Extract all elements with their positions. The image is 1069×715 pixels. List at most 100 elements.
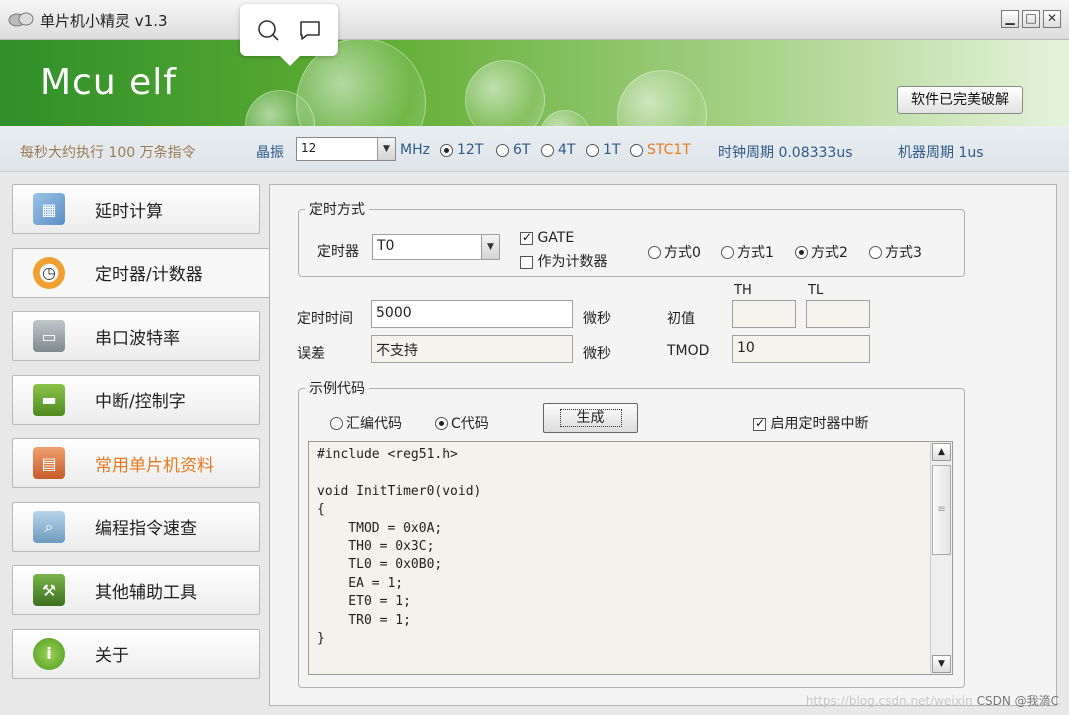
sidebar-item-instructions[interactable]: ⌕ 编程指令速查 [12,501,260,552]
checkbox-icon[interactable] [520,230,533,245]
tl-field [806,300,870,328]
radio-icon[interactable] [795,245,808,259]
radio-label: 方式0 [664,245,701,261]
radio-icon[interactable] [869,245,882,259]
radio-label: 方式1 [737,245,774,261]
radio-label: 6T [513,142,531,158]
radio-mode1[interactable]: 方式1 [721,242,774,262]
sidebar-item-label: 中断/控制字 [95,392,186,412]
chevron-down-icon[interactable]: ▼ [377,138,395,160]
book-icon: ▤ [33,447,65,479]
sidebar-item-delay[interactable]: ▦ 延时计算 [12,184,260,234]
time-unit: 微秒 [583,311,611,327]
radio-mode0[interactable]: 方式0 [648,242,701,262]
mhz-label: MHz [400,142,430,158]
sidebar-item-tools[interactable]: ⚒ 其他辅助工具 [12,565,260,615]
search-icon[interactable] [256,18,280,42]
minimize-button[interactable]: ▁ [1001,10,1019,28]
app-icon [8,12,34,27]
info-bar: 每秒大约执行 100 万条指令 晶振 12 ▼ MHz 12T 6T 4T 1T… [0,126,1069,172]
crystal-value: 12 [301,141,317,155]
radio-icon[interactable] [435,416,448,430]
radio-6t[interactable]: 6T [496,142,530,158]
radio-4t[interactable]: 4T [541,142,575,158]
tmod-label: TMOD [667,343,710,359]
info-icon: i [33,637,65,670]
checkbox-icon[interactable] [520,255,533,269]
radio-asm[interactable]: 汇编代码 [330,413,402,433]
title-bar: 单片机小精灵 v1.3 ▁ □ ✕ [0,0,1069,40]
generate-button[interactable]: 生成 [543,403,638,433]
watermark: https://blog.csdn.net/weixin CSDN @我滴C [806,692,1059,709]
timer-value: T0 [377,238,395,254]
code-editor[interactable]: #include <reg51.h> void InitTimer0(void)… [308,441,953,675]
exec-rate-text: 每秒大约执行 100 万条指令 [20,145,196,161]
counter-checkbox[interactable]: 作为计数器 [520,251,607,271]
crack-status-button[interactable]: 软件已完美破解 [897,86,1023,114]
alarm-clock-icon: ◷ [33,256,65,289]
error-unit: 微秒 [583,346,611,362]
radio-label: C代码 [451,416,489,432]
close-button[interactable]: ✕ [1043,10,1061,28]
decor-bubble [465,60,545,126]
scrollbar[interactable]: ▲ ≡ ▼ [930,443,951,673]
sidebar-item-label: 其他辅助工具 [95,582,197,603]
timer-panel: 定时方式 定时器 T0 ▼ GATE 作为计数器 方式0 方式1 方式2 方式3… [269,184,1057,706]
enable-interrupt-label: 启用定时器中断 [770,416,869,432]
radio-c[interactable]: C代码 [435,413,489,433]
watermark-url: https://blog.csdn.net/weixin [805,694,973,708]
sidebar-item-interrupt[interactable]: ▬ 中断/控制字 [12,374,260,425]
radio-icon[interactable] [496,143,509,157]
decor-bubble [540,110,590,126]
sidebar-item-label: 关于 [95,646,129,666]
watermark-brand: CSDN @我滴C [976,694,1059,708]
app-logo: Mcu elf [40,62,177,103]
crystal-select[interactable]: 12 ▼ [296,137,396,161]
enable-interrupt-checkbox[interactable]: 启用定时器中断 [753,413,868,433]
sample-code-legend: 示例代码 [309,381,365,397]
sidebar-item-about[interactable]: i 关于 [12,628,260,679]
toolbox-icon: ⚒ [33,574,65,606]
sidebar-item-timer[interactable]: ◷ 定时器/计数器 [12,247,270,298]
radio-icon[interactable] [541,143,554,157]
time-label: 定时时间 [297,311,353,327]
comment-icon[interactable] [298,18,322,42]
th-field [732,300,796,328]
radio-1t[interactable]: 1T [586,142,620,158]
gate-checkbox[interactable]: GATE [520,230,574,246]
sidebar-item-mcu-info[interactable]: ▤ 常用单片机资料 [12,438,260,488]
chevron-down-icon[interactable]: ▼ [481,235,499,259]
scroll-up-icon[interactable]: ▲ [932,443,951,461]
radio-label: 12T [457,142,484,158]
radio-icon[interactable] [630,143,643,157]
tl-label: TL [808,283,824,298]
scroll-thumb[interactable]: ≡ [932,465,951,555]
sidebar-item-baud[interactable]: ▭ 串口波特率 [12,311,260,361]
radio-mode2[interactable]: 方式2 [795,242,848,262]
window-title: 单片机小精灵 v1.3 [40,12,168,30]
radio-stc1t[interactable]: STC1T [630,142,691,158]
chip-icon: ▬ [33,383,65,416]
window-controls: ▁ □ ✕ [1001,10,1061,28]
radio-icon[interactable] [648,245,661,259]
radio-mode3[interactable]: 方式3 [869,242,922,262]
radio-icon[interactable] [721,245,734,259]
scroll-down-icon[interactable]: ▼ [932,655,951,673]
maximize-button[interactable]: □ [1022,10,1040,28]
clock-period-text: 时钟周期 0.08333us [718,145,853,161]
radio-label: 方式3 [885,245,922,261]
radio-label: 1T [603,142,621,158]
radio-icon[interactable] [586,143,599,157]
sidebar-item-label: 常用单片机资料 [95,455,214,476]
radio-label: 汇编代码 [346,416,402,432]
generate-label: 生成 [559,409,622,427]
magnifier-icon: ⌕ [33,510,65,543]
time-input[interactable]: 5000 [371,300,573,328]
sidebar-item-label: 编程指令速查 [95,519,197,539]
radio-12t[interactable]: 12T [440,142,483,158]
radio-icon[interactable] [440,143,453,157]
checkbox-icon[interactable] [753,416,766,431]
radio-label: STC1T [647,142,691,158]
radio-icon[interactable] [330,416,343,430]
timer-select[interactable]: T0 ▼ [372,234,500,260]
